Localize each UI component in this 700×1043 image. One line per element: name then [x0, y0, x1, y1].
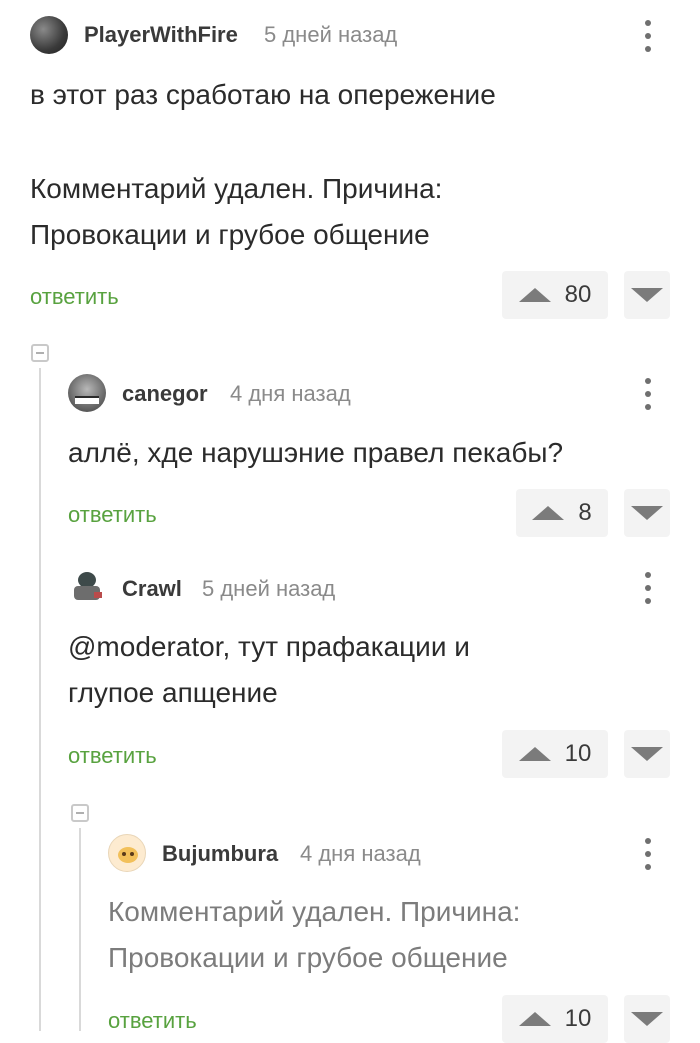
arrow-up-icon [518, 288, 551, 302]
comment-text-line: Провокации и грубое общение [108, 942, 508, 973]
upvote-button[interactable]: 8 [516, 489, 608, 537]
arrow-down-icon [631, 1012, 663, 1026]
monster-face-avatar-icon[interactable] [68, 374, 106, 412]
upvote-button[interactable]: 80 [502, 271, 608, 319]
comment-username[interactable]: Bujumbura [162, 841, 278, 867]
comment-text-line: Комментарий удален. Причина: [30, 173, 443, 204]
rating-count: 10 [564, 740, 592, 767]
comment-text-line: глупое апщение [68, 677, 278, 708]
arrow-down-icon [631, 506, 663, 520]
reply-link[interactable]: ответить [108, 1008, 197, 1034]
thread-line-level2 [79, 828, 81, 1031]
rating-count: 80 [564, 281, 592, 308]
comment-text-line: @moderator, тут прафакации и [68, 631, 470, 662]
comment-time: 5 дней назад [264, 22, 398, 47]
arrow-up-icon [518, 1012, 551, 1026]
robot-avatar-icon[interactable] [68, 568, 106, 606]
comment-time: 4 дня назад [230, 381, 351, 406]
cat-face-avatar-icon[interactable] [108, 834, 146, 872]
collapse-thread-button[interactable] [31, 344, 49, 362]
downvote-button[interactable] [624, 730, 670, 778]
reply-link[interactable]: ответить [68, 502, 157, 528]
downvote-button[interactable] [624, 995, 670, 1043]
rating-count: 10 [564, 1005, 592, 1032]
downvote-button[interactable] [624, 489, 670, 537]
comment-username[interactable]: canegor [122, 381, 208, 407]
reply-link[interactable]: ответить [30, 284, 119, 310]
comment-text-line: в этот раз сработаю на опережение [30, 79, 496, 110]
comment-time: 4 дня назад [300, 841, 421, 866]
arrow-down-icon [631, 288, 663, 302]
thread-line-level1 [39, 368, 41, 1031]
reply-link[interactable]: ответить [68, 743, 157, 769]
comment-text-line: аллё, хде нарушэние правел пекабы? [68, 437, 564, 468]
comment-username[interactable]: PlayerWithFire [84, 22, 238, 48]
arrow-up-icon [532, 506, 565, 520]
upvote-button[interactable]: 10 [502, 730, 608, 778]
more-options-icon[interactable] [636, 834, 660, 874]
upvote-button[interactable]: 10 [502, 995, 608, 1043]
arrow-down-icon [631, 747, 663, 761]
arrow-up-icon [518, 747, 551, 761]
dark-metal-avatar-icon[interactable] [30, 16, 68, 54]
comment-username[interactable]: Crawl [122, 576, 182, 602]
rating-count: 8 [578, 499, 592, 526]
more-options-icon[interactable] [636, 568, 660, 608]
downvote-button[interactable] [624, 271, 670, 319]
collapse-thread-button[interactable] [71, 804, 89, 822]
comment-text-line: Комментарий удален. Причина: [108, 896, 521, 927]
more-options-icon[interactable] [636, 16, 660, 56]
comment-time: 5 дней назад [202, 576, 336, 601]
more-options-icon[interactable] [636, 374, 660, 414]
comment-text-line: Провокации и грубое общение [30, 219, 430, 250]
